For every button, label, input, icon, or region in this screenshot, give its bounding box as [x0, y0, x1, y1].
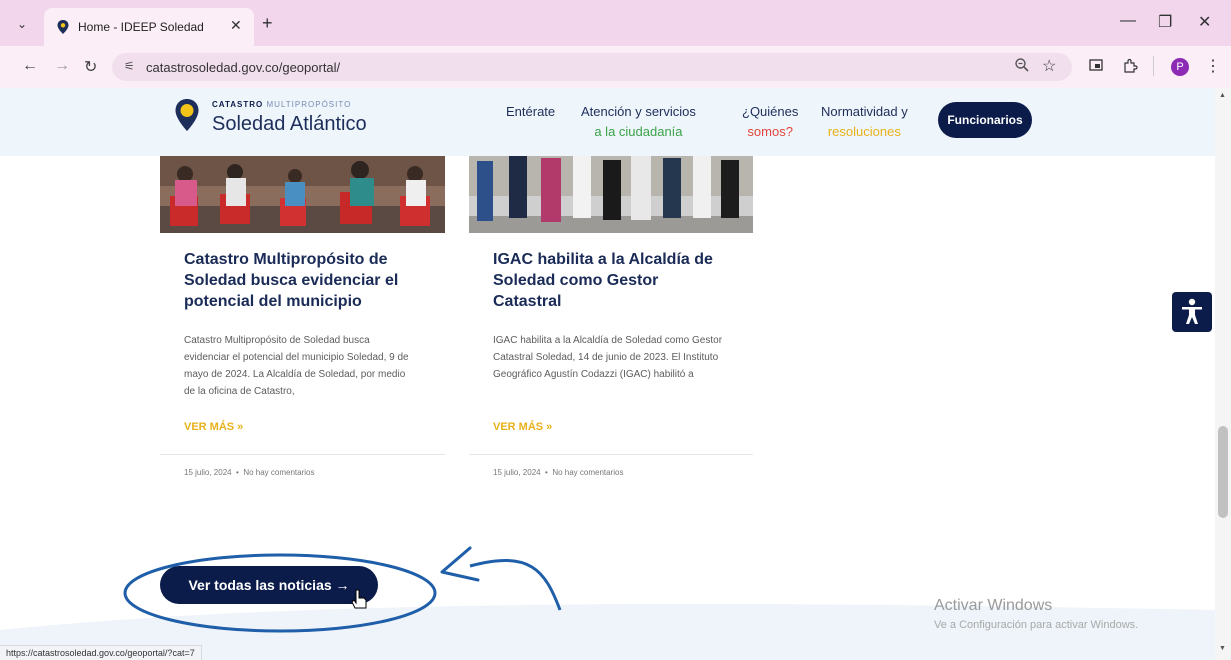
news-photo-1[interactable]: [160, 156, 445, 233]
logo-text[interactable]: Soledad Atlántico: [212, 113, 367, 136]
scrollbar-thumb[interactable]: [1218, 426, 1228, 518]
nav-label: Entérate: [506, 104, 556, 119]
zoom-icon[interactable]: [1014, 57, 1030, 73]
nav-label: Normatividad y: [821, 104, 908, 119]
read-more-link[interactable]: VER MÁS »: [184, 421, 243, 433]
url-text[interactable]: catastrosoledad.gov.co/geoportal/: [146, 60, 340, 75]
card-divider: [469, 454, 753, 455]
see-all-news-button[interactable]: Ver todas las noticias →: [160, 566, 378, 604]
comments-link[interactable]: No hay comentarios: [243, 468, 314, 477]
tab-strip: ⌄ Home - IDEEP Soledad ✕ + — ❐ ✕: [0, 0, 1231, 46]
post-date: 15 julio, 2024: [493, 468, 541, 477]
scroll-down-arrow-icon[interactable]: ▼: [1219, 645, 1226, 652]
nav-normatividad[interactable]: Normatividad y resoluciones: [821, 102, 908, 142]
page-scrollbar[interactable]: [1215, 88, 1231, 660]
card-divider: [160, 454, 445, 455]
nav-sublabel: a la ciudadanía: [594, 124, 683, 139]
minimize-icon[interactable]: —: [1120, 12, 1136, 30]
more-menu-icon[interactable]: ⋮: [1205, 56, 1221, 76]
meta-separator: •: [542, 468, 551, 477]
close-tab-icon[interactable]: ✕: [230, 17, 242, 34]
toolbar-divider: [1153, 56, 1154, 76]
site-info-icon[interactable]: ⚟: [124, 59, 135, 73]
location-pin-logo-icon[interactable]: [174, 98, 200, 132]
browser-window: ⌄ Home - IDEEP Soledad ✕ + — ❐ ✕ ← → ↻ ⚟…: [0, 0, 1231, 660]
read-more-link[interactable]: VER MÁS »: [493, 421, 552, 433]
logo-tagline-light: MULTIPROPÓSITO: [266, 100, 352, 109]
card-title[interactable]: IGAC habilita a la Alcaldía de Soledad c…: [493, 249, 728, 312]
card-meta: 15 julio, 2024 • No hay comentarios: [493, 468, 623, 477]
accessibility-button[interactable]: [1172, 292, 1212, 332]
news-photo-2[interactable]: [469, 156, 753, 233]
tab-title: Home - IDEEP Soledad: [78, 20, 204, 34]
accessibility-icon: [1182, 298, 1202, 324]
forward-icon[interactable]: →: [54, 57, 70, 75]
card-meta: 15 julio, 2024 • No hay comentarios: [184, 468, 314, 477]
meta-separator: •: [233, 468, 242, 477]
location-pin-icon: [57, 20, 69, 34]
nav-sublabel: resoluciones: [827, 124, 901, 139]
scroll-up-arrow-icon[interactable]: ▲: [1219, 92, 1226, 99]
nav-quienes[interactable]: ¿Quiénes somos?: [742, 102, 798, 142]
browser-toolbar: ← → ↻ ⚟ catastrosoledad.gov.co/geoportal…: [0, 46, 1231, 89]
profile-avatar[interactable]: P: [1171, 58, 1189, 76]
nav-label: ¿Quiénes: [742, 104, 799, 119]
funcionarios-button[interactable]: Funcionarios: [938, 102, 1032, 138]
nav-entérate[interactable]: Entérate: [506, 102, 555, 122]
card-excerpt: Catastro Multipropósito de Soledad busca…: [184, 335, 409, 397]
nav-label: Atención y servicios: [581, 104, 696, 119]
close-window-icon[interactable]: ✕: [1198, 12, 1211, 32]
nav-atencion[interactable]: Atención y servicios a la ciudadanía: [581, 102, 696, 142]
active-tab[interactable]: Home - IDEEP Soledad ✕: [44, 8, 254, 46]
bookmark-star-icon[interactable]: ☆: [1042, 56, 1056, 76]
tab-search-menu-icon[interactable]: ⌄: [12, 14, 32, 34]
extensions-icon[interactable]: [1122, 58, 1138, 74]
annotation-arrow-head: [440, 546, 480, 582]
nav-sublabel: somos?: [747, 124, 793, 139]
post-date: 15 julio, 2024: [184, 468, 232, 477]
reload-icon[interactable]: ↻: [84, 57, 97, 77]
restore-icon[interactable]: ❐: [1158, 12, 1172, 32]
windows-activation-title: Activar Windows: [934, 597, 1053, 614]
windows-activation-subtitle: Ve a Configuración para activar Windows.: [934, 619, 1139, 631]
new-tab-button[interactable]: +: [262, 13, 273, 34]
card-title[interactable]: Catastro Multipropósito de Soledad busca…: [184, 249, 434, 312]
address-bar[interactable]: ⚟ catastrosoledad.gov.co/geoportal/ ☆: [112, 53, 1072, 81]
back-icon[interactable]: ←: [22, 57, 38, 75]
logo-tagline[interactable]: CATASTRO MULTIPROPÓSITO: [212, 100, 351, 109]
picture-in-picture-icon[interactable]: [1089, 58, 1103, 72]
logo-tagline-bold: CATASTRO: [212, 100, 264, 109]
status-bar-url: https://catastrosoledad.gov.co/geoportal…: [0, 645, 202, 660]
card-excerpt: IGAC habilita a la Alcaldía de Soledad c…: [493, 335, 723, 380]
comments-link[interactable]: No hay comentarios: [552, 468, 623, 477]
